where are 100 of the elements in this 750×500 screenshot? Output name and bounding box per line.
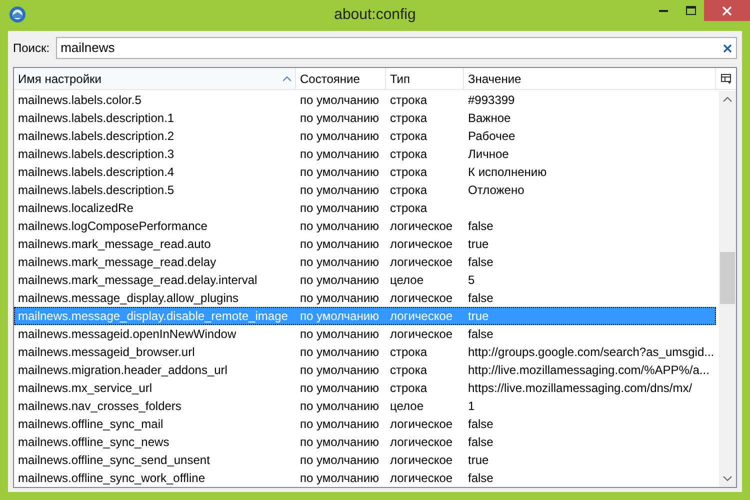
table-row[interactable]: mailnews.mx_service_url по умолчанию строка https://live.mozillamessaging.com/dns/mx/ [14,379,716,397]
close-icon [722,6,732,16]
preference-state: по умолчанию [299,164,380,181]
preference-name: mailnews.messageid.openInNewWindow [17,326,238,343]
preference-value: false [467,218,494,235]
preference-type: логическое [389,236,454,253]
preference-name: mailnews.labels.description.1 [17,110,176,127]
table-row[interactable]: mailnews.messageid.openInNewWindow по умолчанию логическое false [14,325,716,343]
preference-state: по умолчанию [299,434,380,451]
clear-icon [723,44,732,52]
preference-state: по умолчанию [299,326,380,343]
preference-name: mailnews.labels.description.2 [17,128,176,145]
table-row[interactable]: mailnews.labels.description.5 по умолчанию строка Отложено [14,181,716,199]
search-label: Поиск: [13,40,50,57]
preference-value: http://groups.google.com/search?as_umsgid... [467,344,716,361]
table-row[interactable]: mailnews.offline_sync_send_unsent по умолчанию логическое true [14,451,716,469]
preference-state: по умолчанию [299,110,380,127]
maximize-icon [686,6,696,15]
table-row[interactable]: mailnews.offline_sync_news по умолчанию логическое false [14,433,716,451]
preference-value: Отложено [467,182,526,199]
preference-type: целое [389,398,424,415]
table-row[interactable]: mailnews.logComposePerformance по умолчанию логическое false [14,217,716,235]
preference-state: по умолчанию [299,344,380,361]
preference-value: К исполнению [467,164,548,181]
table-row[interactable]: mailnews.mark_message_read.delay по умолчанию логическое false [14,253,716,271]
preference-type: строка [389,362,428,379]
close-button[interactable] [704,0,750,21]
table-row[interactable]: mailnews.offline_sync_work_offline по умолчанию логическое false [14,469,716,487]
preference-value: Рабочее [467,128,516,145]
column-picker-icon [720,74,732,84]
preference-name: mailnews.labels.color.5 [17,92,142,109]
preference-state: по умолчанию [299,308,380,325]
preference-type: логическое [389,434,454,451]
table-row[interactable]: mailnews.labels.description.1 по умолчанию строка Важное [14,109,716,127]
preference-name: mailnews.logComposePerformance [17,218,208,235]
preference-name: mailnews.offline_sync_work_offline [17,470,206,487]
preference-type: логическое [389,470,454,487]
preference-value: true [467,452,490,469]
column-header[interactable]: Тип [386,68,464,89]
preference-value: #993399 [467,92,516,109]
window-title: about:config [334,5,416,26]
preference-value: false [467,290,494,307]
preference-name: mailnews.labels.description.4 [17,164,176,181]
preference-value: https://live.mozillamessaging.com/dns/mx/ [467,380,694,397]
preference-type: логическое [389,290,454,307]
column-header[interactable]: Имя настройки [14,68,296,89]
column-header[interactable]: Состояние [296,68,386,89]
preference-state: по умолчанию [299,290,380,307]
preference-name: mailnews.mark_message_read.auto [17,236,212,253]
preference-state: по умолчанию [299,272,380,289]
preference-type: логическое [389,218,454,235]
preference-state: по умолчанию [299,182,380,199]
preference-state: по умолчанию [299,236,380,253]
scrollbar[interactable] [719,91,736,487]
scroll-up-icon [723,97,732,102]
app-logo-icon [9,6,26,23]
preference-value: 1 [467,398,476,415]
preference-state: по умолчанию [299,398,380,415]
table-row[interactable]: mailnews.migration.header_addons_url по умолчанию строка http://live.mozillamessaging.com/%APP%/a... [14,361,716,379]
preference-name: mailnews.message_display.allow_plugins [17,290,240,307]
preference-type: строка [389,146,428,163]
table-row[interactable]: mailnews.message_display.allow_plugins по умолчанию логическое false [14,289,716,307]
preference-value: false [467,434,494,451]
preference-value: 5 [467,272,476,289]
table-row[interactable]: mailnews.offline_sync_mail по умолчанию логическое false [14,415,716,433]
preference-value: Важное [467,110,512,127]
table-row[interactable]: mailnews.labels.description.2 по умолчанию строка Рабочее [14,127,716,145]
table-row[interactable]: mailnews.labels.color.5 по умолчанию строка #993399 [14,91,716,109]
table-row[interactable]: mailnews.labels.description.4 по умолчанию строка К исполнению [14,163,716,181]
table-row[interactable]: mailnews.mark_message_read.delay.interval по умолчанию целое 5 [14,271,716,289]
preference-type: строка [389,92,428,109]
search-field[interactable]: mailnews [56,37,737,59]
scroll-down-icon [723,476,732,481]
preference-state: по умолчанию [299,416,380,433]
preference-name: mailnews.mark_message_read.delay.interval [17,272,258,289]
preference-name: mailnews.mark_message_read.delay [17,254,218,271]
preference-state: по умолчанию [299,362,380,379]
preference-state: по умолчанию [299,128,380,145]
preference-name: mailnews.localizedRe [17,200,134,217]
scrollbar-thumb[interactable] [720,252,735,304]
preference-state: по умолчанию [299,470,380,487]
table-row[interactable]: mailnews.localizedRe по умолчанию строка [14,199,716,217]
column-header[interactable]: Значение [464,68,716,89]
table-row[interactable]: mailnews.nav_crosses_folders по умолчанию целое 1 [14,397,716,415]
table-row[interactable]: mailnews.messageid_browser.url по умолчанию строка http://groups.google.com/search?as_umsgid... [14,343,716,361]
preference-name: mailnews.mx_service_url [17,380,154,397]
preference-state: по умолчанию [299,452,380,469]
preference-type: логическое [389,326,454,343]
preference-name: mailnews.nav_crosses_folders [17,398,182,415]
preference-value: http://live.mozillamessaging.com/%APP%/a... [467,362,710,379]
preference-type: строка [389,128,428,145]
preference-value: false [467,326,494,343]
preference-state: по умолчанию [299,200,380,217]
preference-type: логическое [389,254,454,271]
preference-name: mailnews.messageid_browser.url [17,344,196,361]
table-row[interactable]: mailnews.labels.description.3 по умолчанию строка Личное [14,145,716,163]
preference-type: строка [389,200,428,217]
preference-value: true [467,236,490,253]
preference-name: mailnews.offline_sync_mail [17,416,164,433]
table-row[interactable]: mailnews.mark_message_read.auto по умолчанию логическое true [14,235,716,253]
